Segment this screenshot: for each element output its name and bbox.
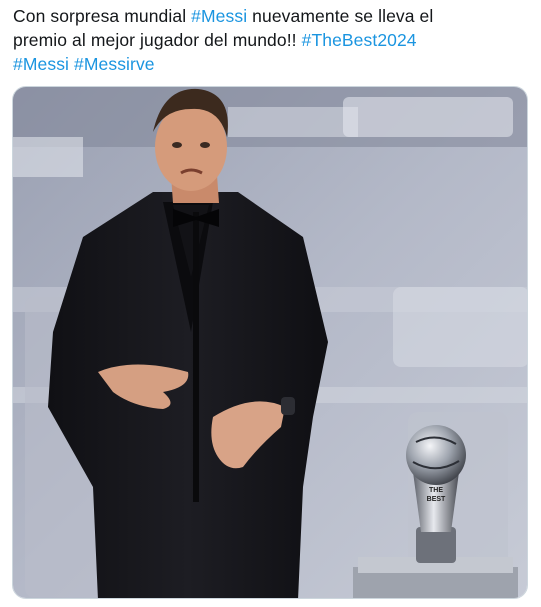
hashtag-thebest2024-link[interactable]: #TheBest2024 — [302, 30, 417, 50]
tweet-text-line-2: premio al mejor jugador del mundo!! #The… — [13, 28, 528, 52]
text-segment: nuevamente se lleva el — [247, 6, 434, 26]
award-photo: THE BEST — [13, 87, 527, 598]
hashtag-messi-link[interactable]: #Messi — [191, 6, 247, 26]
tweet-text-line-1: Con sorpresa mundial #Messi nuevamente s… — [13, 4, 528, 28]
hashtag-messirve-link[interactable]: #Messirve — [74, 54, 155, 74]
stage-light — [13, 137, 83, 177]
tweet-text: Con sorpresa mundial #Messi nuevamente s… — [13, 4, 528, 76]
stage-panel — [393, 287, 527, 367]
text-segment: premio al mejor jugador del mundo!! — [13, 30, 302, 50]
hashtag-messi-link[interactable]: #Messi — [13, 54, 69, 74]
tweet-media-image[interactable]: THE BEST — [12, 86, 528, 599]
wristwatch — [281, 397, 295, 415]
trophy-label-line1: THE — [429, 487, 443, 494]
tweet: Con sorpresa mundial #Messi nuevamente s… — [0, 0, 541, 607]
text-segment: Con sorpresa mundial — [13, 6, 192, 26]
trophy-label-line2: BEST — [427, 496, 446, 503]
tweet-text-line-3: #Messi #Messirve — [13, 52, 528, 76]
stage-light — [343, 97, 513, 137]
